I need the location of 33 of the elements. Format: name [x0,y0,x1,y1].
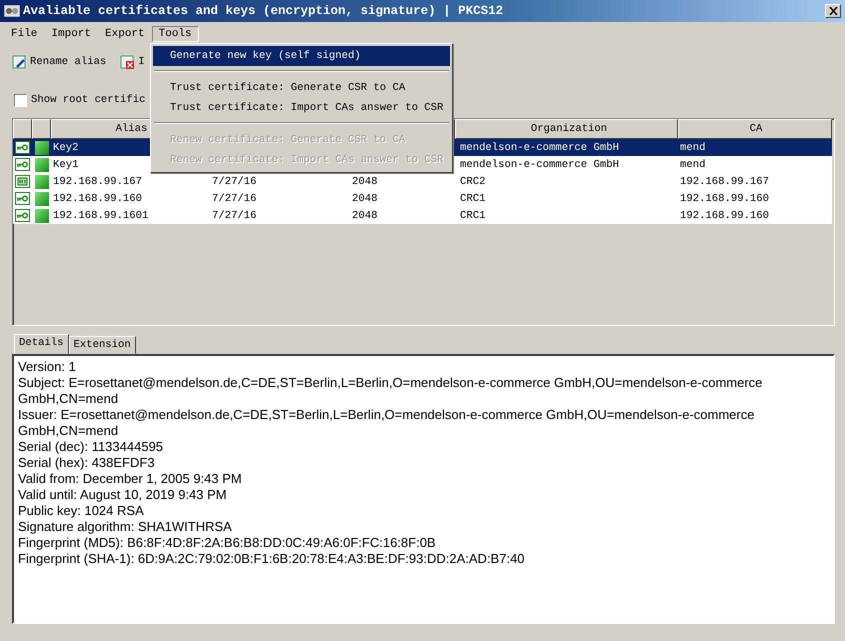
detail-line: Subject: E=rosettanet@mendelson.de,C=DE,ST=Berlin,L=Berlin,O=mendelson-e-commerce GmbH,OU=mendelson-e-commerce GmbH,CN=mend [18,375,764,407]
detail-line: Signature algorithm: SHA1WITHRSA [18,519,233,535]
table-cell-text: CRC1 [459,192,486,206]
table-cell: 192.168.99.167 [53,176,142,188]
table-cell: Key2 [53,142,78,154]
detail-line: Fingerprint (SHA-1): 6D:9A:2C:79:02:0B:F1:6B:20:78:E4:A3:BE:DF:93:DD:2A:AD:B7:40 [18,551,526,567]
table-cell: 2048 [352,210,378,222]
table-cell-text: mendelson-e-commerce GmbH [459,158,620,172]
detail-line: Serial (hex): 438EFDF3 [18,455,156,471]
table-cell: 7/27/16 [212,192,257,204]
table-cell: 2048 [352,176,378,188]
table-cell-text: mendelson-e-commerce GmbH [459,140,620,156]
table-cell: 7/27/16 [212,176,257,188]
table-cell-text: 192.168.99.160 [679,192,770,206]
window-title: Avaliable certificates and keys (encryption, signature) | PKCS12 [23,4,504,18]
table-cell: 192.168.99.160 [53,192,142,204]
detail-line: Fingerprint (MD5): B6:8F:4D:8F:2A:B6:B8:DD:0C:49:A6:0F:FC:16:8F:0B [18,535,437,551]
table-cell: 7/27/16 [212,210,257,222]
table-cell-text: mend [679,140,706,156]
detail-line: Valid from: December 1, 2005 9:43 PM [18,471,243,487]
table-cell: Key1 [53,158,78,170]
table-cell-text: CRC2 [459,174,486,190]
table-cell: 2048 [352,192,378,204]
detail-line: Issuer: E=rosettanet@mendelson.de,C=DE,ST=Berlin,L=Berlin,O=mendelson-e-commerce GmbH,OU=mendelson-e-commerce GmbH,CN=mend [18,407,756,439]
detail-line: Serial (dec): 1133444595 [18,439,164,455]
table-cell-text: 192.168.99.167 [679,174,770,190]
detail-line: Valid until: August 10, 2019 9:43 PM [18,487,228,503]
table-cell-text: CRC1 [459,208,486,224]
detail-line: Public key: 1024 RSA [18,503,145,519]
table-cell-text: mend [679,158,706,172]
table-cell: 192.168.99.1601 [53,210,148,222]
table-cell-text: 192.168.99.160 [679,208,770,224]
detail-line: Version: 1 [18,359,77,375]
